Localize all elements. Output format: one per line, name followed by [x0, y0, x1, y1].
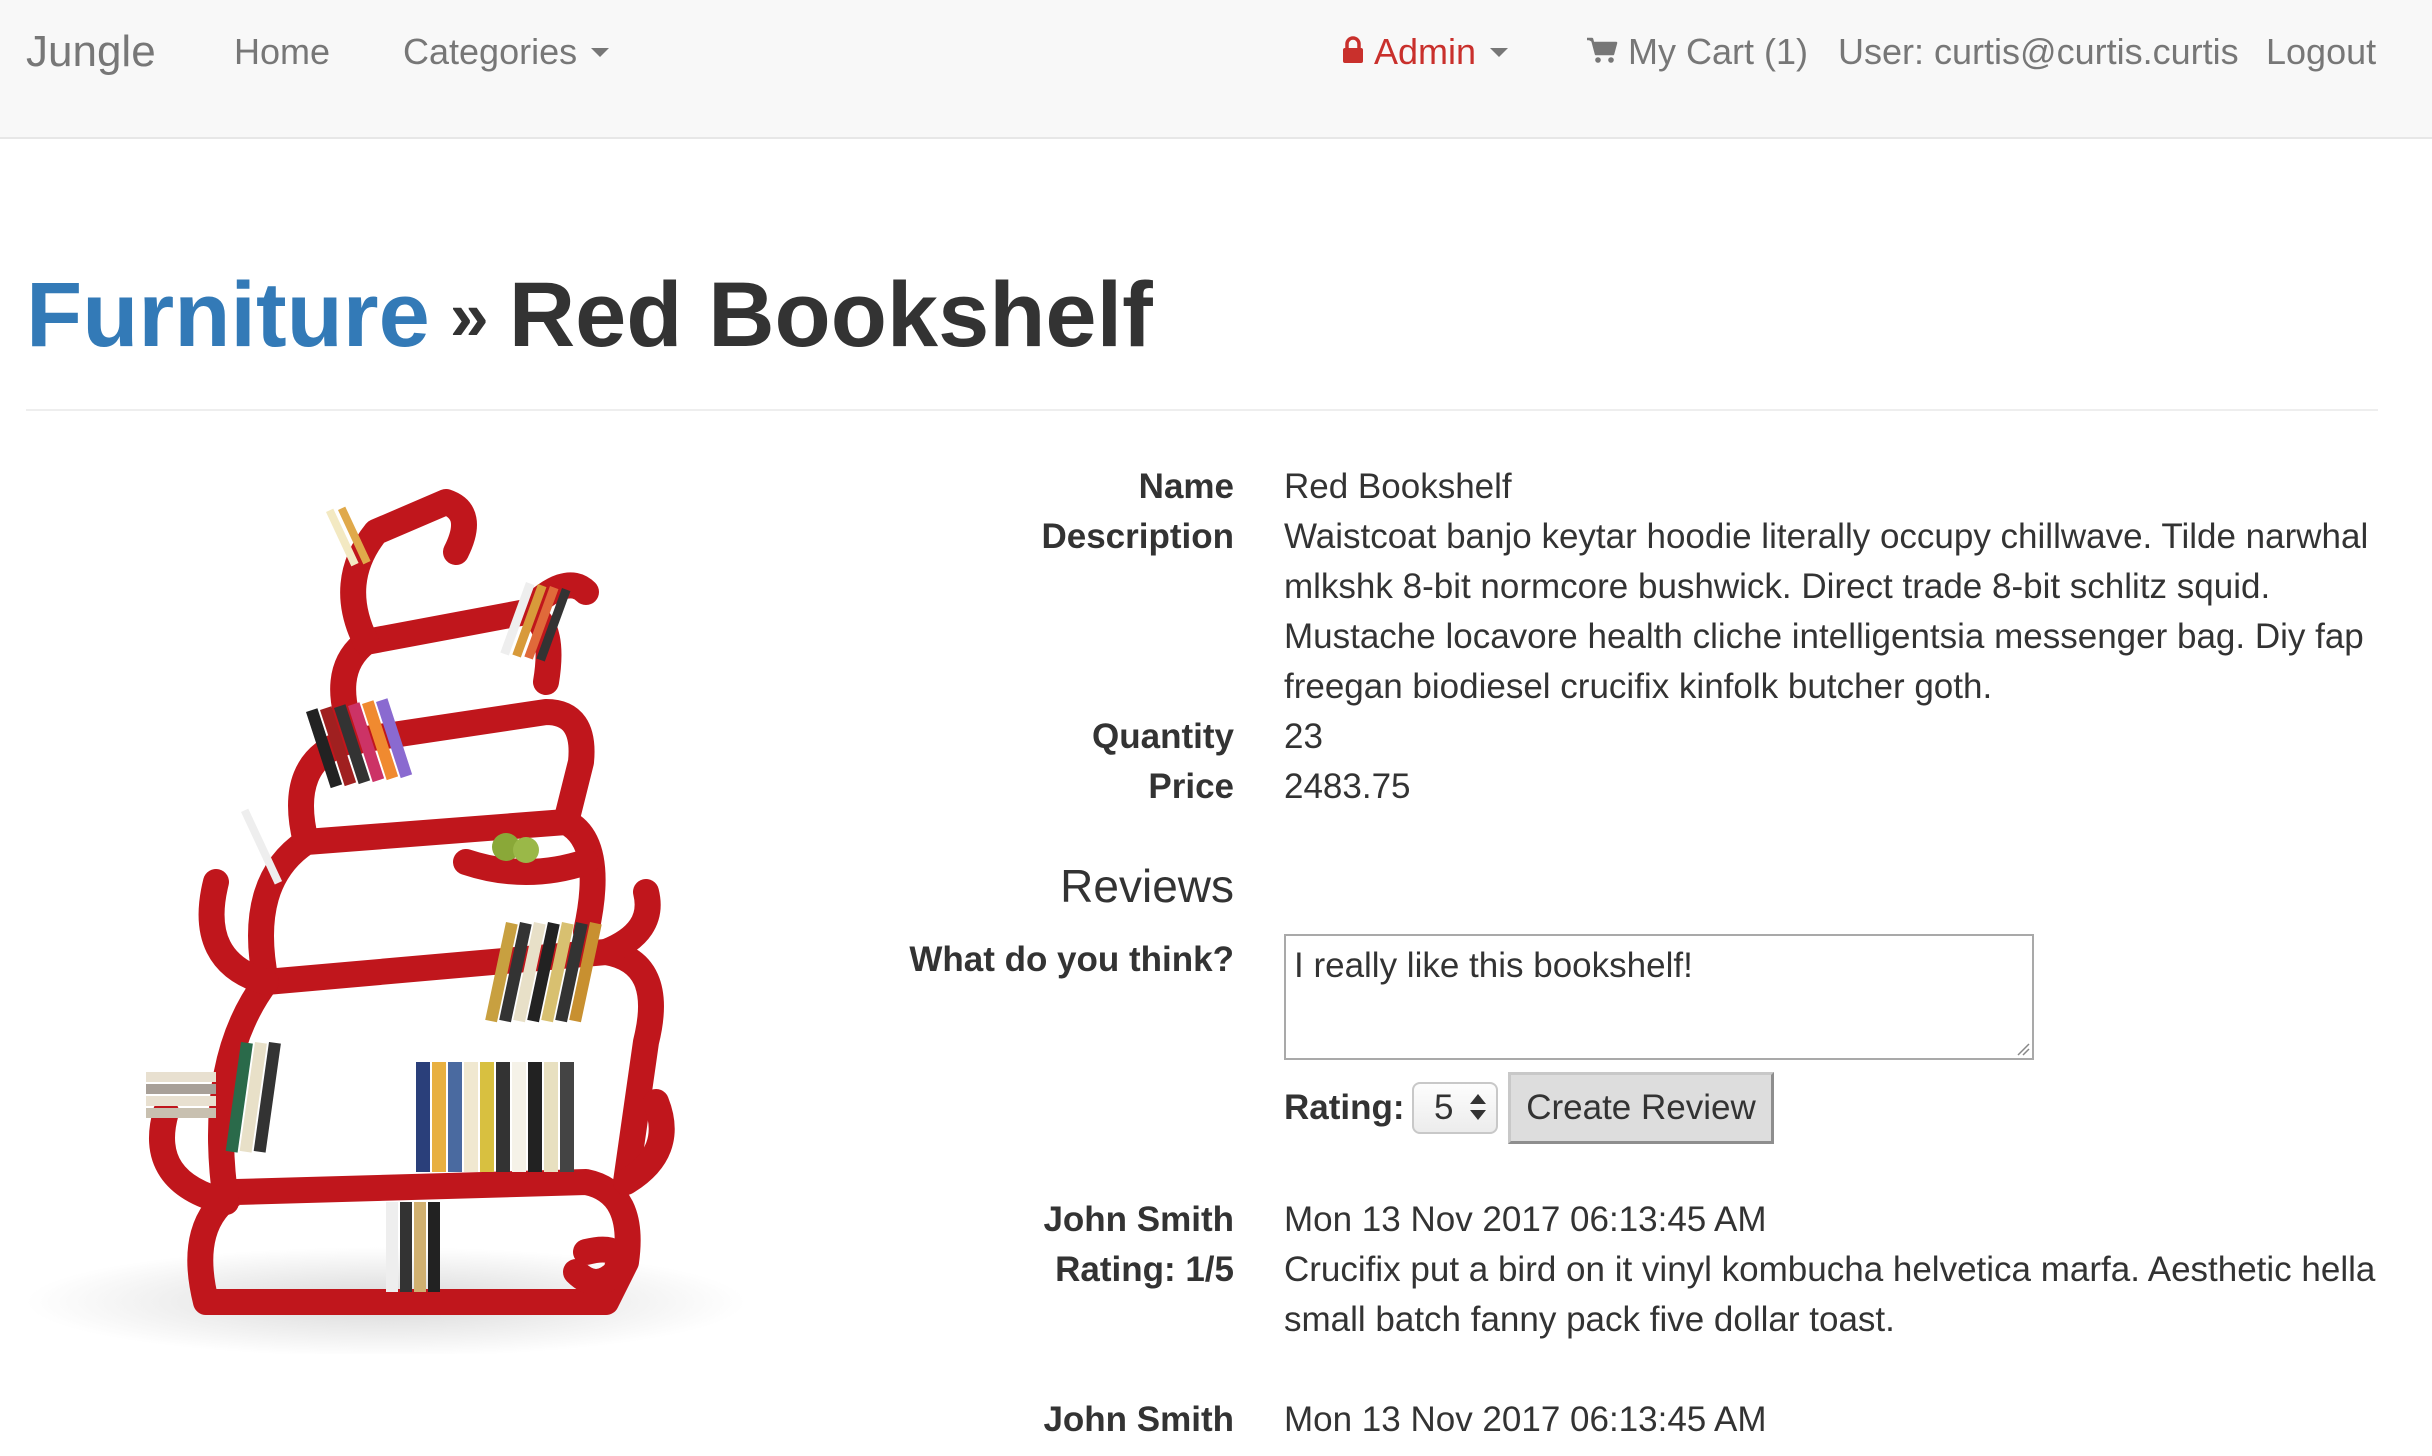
create-review-button[interactable]: Create Review [1508, 1072, 1774, 1144]
page-title: Furniture» Red Bookshelf [26, 255, 1153, 375]
rating-select-value: 5 [1434, 1088, 1454, 1127]
rating-select[interactable]: 5 [1412, 1082, 1498, 1134]
resize-handle-icon[interactable] [2016, 1042, 2030, 1056]
review-date: Mon 13 Nov 2017 06:13:45 AM [1284, 1400, 1767, 1439]
review-prompt-label: What do you think? [909, 940, 1234, 979]
product-price-value: 2483.75 [1284, 767, 1411, 806]
breadcrumb-separator: » [449, 277, 489, 355]
description-label: Description [1041, 517, 1234, 556]
caret-down-icon [591, 47, 610, 57]
review-author: John Smith [1043, 1400, 1234, 1439]
price-label: Price [1148, 767, 1234, 806]
nav-categories-dropdown[interactable]: Categories [403, 26, 610, 78]
nav-home-link[interactable]: Home [234, 26, 330, 78]
nav-admin-label: Admin [1374, 31, 1477, 72]
product-description-value: Waistcoat banjo keytar hoodie literally … [1284, 517, 2369, 706]
product-name-value: Red Bookshelf [1284, 467, 1512, 506]
name-label: Name [1138, 467, 1234, 506]
nav-user-info: User: curtis@curtis.curtis [1838, 31, 2239, 72]
product-image [26, 462, 760, 1357]
lock-icon [1342, 26, 1364, 78]
cart-icon [1586, 26, 1618, 78]
stepper-arrows-icon [1470, 1094, 1486, 1126]
quantity-label: Quantity [1092, 717, 1234, 756]
nav-cart-label: My Cart (1) [1628, 31, 1808, 72]
review-textarea[interactable]: I really like this bookshelf! [1284, 934, 2034, 1060]
product-title: Red Bookshelf [508, 264, 1153, 366]
review-date: Mon 13 Nov 2017 06:13:45 AM [1284, 1200, 1767, 1239]
rating-label: Rating: [1284, 1088, 1405, 1127]
product-quantity-value: 23 [1284, 717, 1323, 756]
category-breadcrumb-link[interactable]: Furniture [26, 264, 430, 366]
brand-link[interactable]: Jungle [26, 26, 156, 78]
header-divider [26, 409, 2378, 411]
review-rating: Rating: 1/5 [1055, 1250, 1234, 1289]
review-body: Crucifix put a bird on it vinyl kombucha… [1284, 1250, 2376, 1339]
nav-cart-link[interactable]: My Cart (1) [1586, 26, 1808, 78]
nav-logout-link[interactable]: Logout [2266, 26, 2376, 78]
review-author: John Smith [1043, 1200, 1234, 1239]
nav-admin-dropdown[interactable]: Admin [1342, 26, 1509, 78]
reviews-heading: Reviews [1060, 860, 1234, 912]
nav-categories-label: Categories [403, 31, 578, 72]
navbar: Jungle Home Categories Admin My Cart (1)… [0, 0, 2432, 139]
caret-down-icon [1490, 47, 1509, 57]
